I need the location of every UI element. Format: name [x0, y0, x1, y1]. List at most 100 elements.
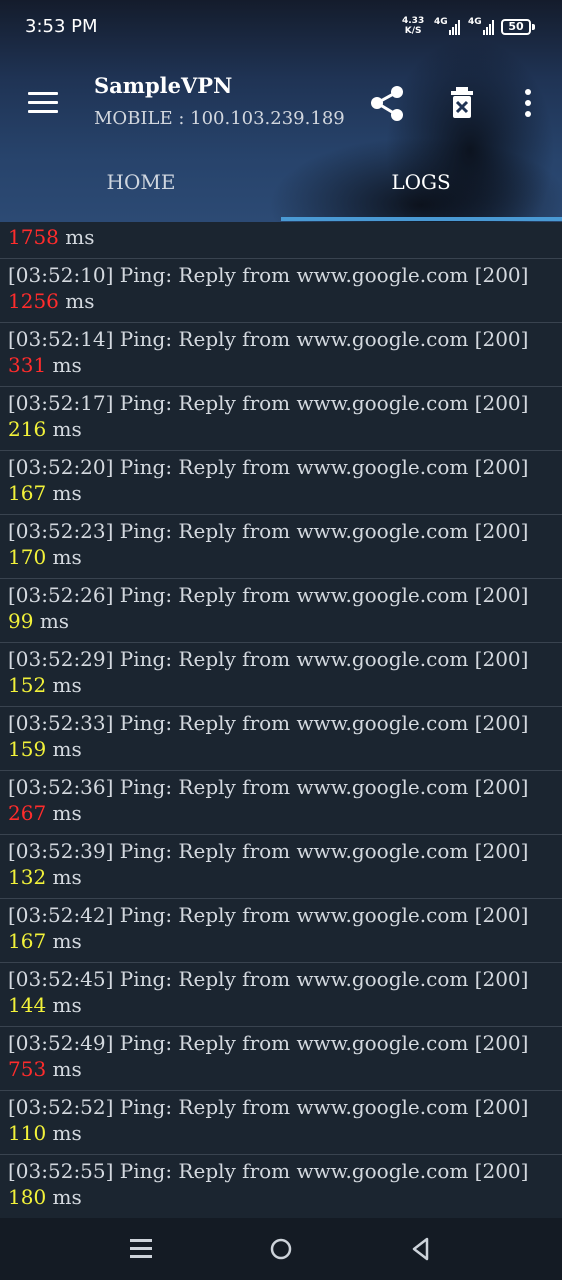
log-entry: [03:52:36] Ping: Reply from www.google.c…: [0, 771, 562, 835]
ping-ms-value: 1758: [8, 225, 59, 249]
log-text: [03:52:55] Ping: Reply from www.google.c…: [8, 1159, 529, 1183]
network-speed: 4.33 K/S: [402, 16, 424, 36]
share-icon[interactable]: [365, 82, 409, 126]
ip-address-subtitle: MOBILE : 100.103.239.189: [94, 108, 345, 129]
app-title: SampleVPN: [94, 73, 233, 98]
log-text: [03:52:14] Ping: Reply from www.google.c…: [8, 327, 529, 351]
ping-time: 216 ms: [8, 416, 562, 442]
log-text: [03:52:23] Ping: Reply from www.google.c…: [8, 519, 529, 543]
ping-time: 132 ms: [8, 864, 562, 890]
ping-ms-value: 1256: [8, 289, 59, 313]
ping-ms-value: 331: [8, 353, 47, 377]
hamburger-menu-icon[interactable]: [26, 88, 62, 118]
log-text: [03:52:33] Ping: Reply from www.google.c…: [8, 711, 529, 735]
network-speed-unit: K/S: [404, 26, 422, 36]
more-vertical-icon[interactable]: [506, 82, 550, 126]
ping-ms-value: 167: [8, 929, 47, 953]
ping-ms-unit: ms: [52, 545, 82, 569]
ping-time: 1758 ms: [8, 224, 562, 250]
ping-ms-value: 170: [8, 545, 47, 569]
signal-bars-icon: [448, 19, 462, 35]
log-entry: [03:52:33] Ping: Reply from www.google.c…: [0, 707, 562, 771]
ping-time: 99 ms: [8, 608, 562, 634]
log-text: [03:52:45] Ping: Reply from www.google.c…: [8, 967, 529, 991]
ping-ms-unit: ms: [65, 289, 95, 313]
log-entry: [03:52:17] Ping: Reply from www.google.c…: [0, 387, 562, 451]
log-text: [03:52:17] Ping: Reply from www.google.c…: [8, 391, 529, 415]
ping-ms-unit: ms: [52, 801, 82, 825]
log-entry: [03:52:10] Ping: Reply from www.google.c…: [0, 259, 562, 323]
battery-icon: 50: [501, 19, 531, 35]
log-text: [03:52:52] Ping: Reply from www.google.c…: [8, 1095, 529, 1119]
ping-ms-value: 753: [8, 1057, 47, 1081]
ping-time: 170 ms: [8, 544, 562, 570]
ping-ms-unit: ms: [52, 1185, 82, 1209]
log-entry: [03:52:42] Ping: Reply from www.google.c…: [0, 899, 562, 963]
ping-ms-unit: ms: [52, 673, 82, 697]
ping-ms-value: 132: [8, 865, 47, 889]
ping-ms-value: 99: [8, 609, 34, 633]
log-text: [03:52:10] Ping: Reply from www.google.c…: [8, 263, 529, 287]
ping-time: 1256 ms: [8, 288, 562, 314]
log-entry: [03:52:20] Ping: Reply from www.google.c…: [0, 451, 562, 515]
ping-ms-value: 267: [8, 801, 47, 825]
ping-ms-unit: ms: [65, 225, 95, 249]
delete-log-icon[interactable]: [440, 82, 484, 126]
ping-ms-value: 144: [8, 993, 47, 1017]
log-entry: [03:52:45] Ping: Reply from www.google.c…: [0, 963, 562, 1027]
ping-ms-value: 167: [8, 481, 47, 505]
ping-time: 753 ms: [8, 1056, 562, 1082]
log-entry: [03:52:14] Ping: Reply from www.google.c…: [0, 323, 562, 387]
network-speed-value: 4.33: [402, 16, 425, 26]
active-tab-indicator: [281, 217, 562, 221]
log-entry: [03:52:23] Ping: Reply from www.google.c…: [0, 515, 562, 579]
network-type-1: 4G: [434, 17, 448, 27]
log-text: [03:52:39] Ping: Reply from www.google.c…: [8, 839, 529, 863]
tab-logs[interactable]: LOGS: [351, 170, 491, 194]
home-circle-icon[interactable]: [265, 1233, 297, 1265]
back-triangle-icon[interactable]: [405, 1233, 437, 1265]
network-type-2: 4G: [468, 17, 482, 27]
log-text: [03:52:49] Ping: Reply from www.google.c…: [8, 1031, 529, 1055]
ping-time: 267 ms: [8, 800, 562, 826]
ping-ms-value: 159: [8, 737, 47, 761]
ping-time: 110 ms: [8, 1120, 562, 1146]
ping-ms-unit: ms: [52, 1057, 82, 1081]
battery-tip: [532, 24, 535, 30]
log-entry: 1758 ms: [0, 222, 562, 259]
ping-time: 180 ms: [8, 1184, 562, 1210]
ping-time: 159 ms: [8, 736, 562, 762]
ping-ms-unit: ms: [52, 481, 82, 505]
log-entry: [03:52:55] Ping: Reply from www.google.c…: [0, 1155, 562, 1218]
ping-ms-value: 216: [8, 417, 47, 441]
ping-time: 331 ms: [8, 352, 562, 378]
ping-ms-unit: ms: [52, 865, 82, 889]
recents-icon[interactable]: [125, 1233, 157, 1265]
signal-bars-icon: [482, 19, 496, 35]
log-text: [03:52:20] Ping: Reply from www.google.c…: [8, 455, 529, 479]
ping-ms-unit: ms: [52, 993, 82, 1017]
ping-ms-value: 180: [8, 1185, 47, 1209]
ping-time: 152 ms: [8, 672, 562, 698]
ping-ms-unit: ms: [52, 929, 82, 953]
ping-ms-unit: ms: [52, 1121, 82, 1145]
ping-time: 144 ms: [8, 992, 562, 1018]
log-text: [03:52:36] Ping: Reply from www.google.c…: [8, 775, 529, 799]
ping-ms-value: 152: [8, 673, 47, 697]
app-header: 3:53 PM 4.33 K/S 4G 4G 50 SampleVPN MOBI…: [0, 0, 562, 222]
log-entry: [03:52:29] Ping: Reply from www.google.c…: [0, 643, 562, 707]
log-list[interactable]: 1758 ms [03:52:10] Ping: Reply from www.g…: [0, 222, 562, 1218]
log-text: [03:52:26] Ping: Reply from www.google.c…: [8, 583, 529, 607]
tab-home[interactable]: HOME: [71, 170, 211, 194]
ping-ms-value: 110: [8, 1121, 47, 1145]
ping-time: 167 ms: [8, 480, 562, 506]
status-bar: 3:53 PM 4.33 K/S 4G 4G 50: [0, 0, 562, 56]
log-entry: [03:52:49] Ping: Reply from www.google.c…: [0, 1027, 562, 1091]
ping-time: 167 ms: [8, 928, 562, 954]
ping-ms-unit: ms: [52, 353, 82, 377]
log-text: [03:52:42] Ping: Reply from www.google.c…: [8, 903, 529, 927]
status-time: 3:53 PM: [25, 16, 98, 37]
log-entry: [03:52:52] Ping: Reply from www.google.c…: [0, 1091, 562, 1155]
log-text: [03:52:29] Ping: Reply from www.google.c…: [8, 647, 529, 671]
ping-ms-unit: ms: [52, 417, 82, 441]
